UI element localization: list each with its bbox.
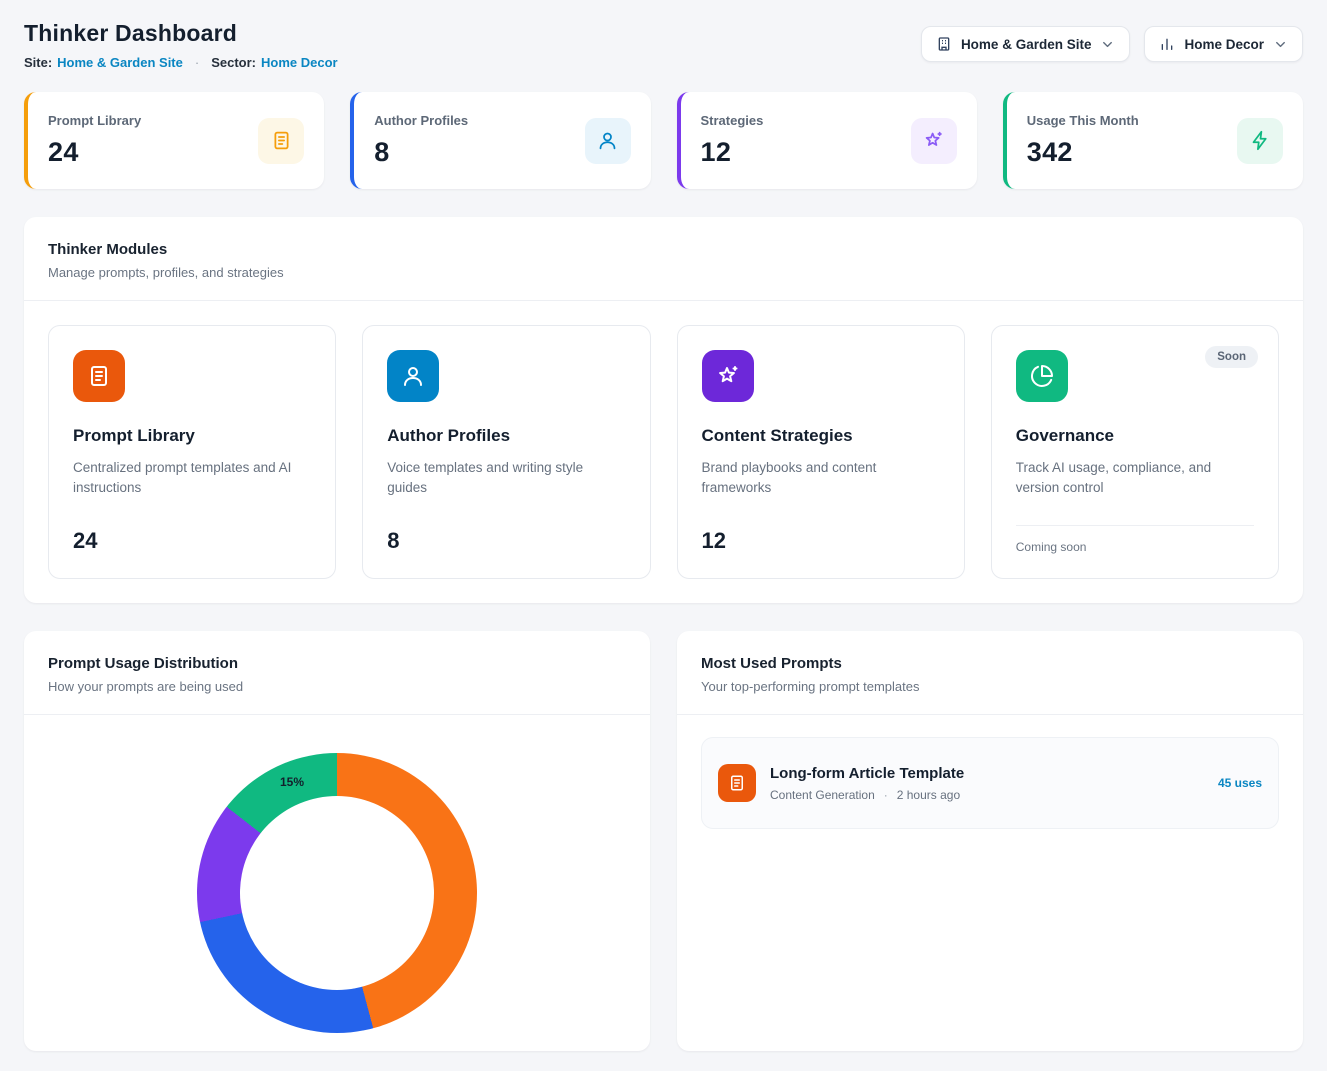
header-selectors: Home & Garden Site Home Decor [921, 26, 1303, 62]
module-description: Centralized prompt templates and AI inst… [73, 458, 311, 499]
separator-dot: · [884, 788, 888, 802]
sector-link[interactable]: Home Decor [261, 55, 338, 70]
site-label: Site: [24, 55, 52, 70]
soon-badge: Soon [1205, 346, 1258, 368]
prompt-item-uses-badge: 45 uses [1218, 776, 1262, 790]
sparkle-star-icon [702, 350, 754, 402]
module-description: Track AI usage, compliance, and version … [1016, 458, 1254, 499]
modules-subtitle: Manage prompts, profiles, and strategies [48, 265, 1279, 280]
stat-value: 12 [701, 137, 764, 168]
coming-soon-text: Coming soon [1016, 525, 1254, 554]
sector-label: Sector: [211, 55, 256, 70]
prompt-item-time: 2 hours ago [897, 788, 960, 802]
stat-value: 342 [1027, 137, 1139, 168]
site-link[interactable]: Home & Garden Site [57, 55, 183, 70]
stat-card-usage: Usage This Month 342 [1003, 92, 1303, 189]
stat-text: Prompt Library 24 [48, 113, 141, 168]
stat-text: Usage This Month 342 [1027, 113, 1139, 168]
module-card-content-strategies[interactable]: Content Strategies Brand playbooks and c… [677, 325, 965, 579]
most-used-title: Most Used Prompts [701, 655, 1279, 672]
modules-grid: Prompt Library Centralized prompt templa… [24, 301, 1303, 603]
site-sector-line: Site: Home & Garden Site · Sector: Home … [24, 55, 338, 70]
stat-card-prompt-library: Prompt Library 24 [24, 92, 324, 189]
most-used-prompts-card: Most Used Prompts Your top-performing pr… [677, 631, 1303, 1051]
document-icon [718, 764, 756, 802]
lightning-icon [1237, 118, 1283, 164]
prompt-list-item[interactable]: Long-form Article Template Content Gener… [701, 737, 1279, 829]
header-left: Thinker Dashboard Site: Home & Garden Si… [24, 20, 338, 70]
prompt-item-title: Long-form Article Template [770, 765, 964, 782]
module-description: Brand playbooks and content frameworks [702, 458, 940, 499]
bottom-row: Prompt Usage Distribution How your promp… [24, 631, 1303, 1051]
most-used-header: Most Used Prompts Your top-performing pr… [677, 631, 1303, 715]
module-count: 24 [73, 528, 311, 554]
module-title: Content Strategies [702, 426, 940, 446]
donut-ring: 15% [197, 753, 477, 1033]
sector-selector-dropdown[interactable]: Home Decor [1144, 26, 1303, 62]
stat-card-strategies: Strategies 12 [677, 92, 977, 189]
module-count: 8 [387, 528, 625, 554]
module-description: Voice templates and writing style guides [387, 458, 625, 499]
user-icon [387, 350, 439, 402]
slice-label: 15% [280, 775, 304, 789]
stat-label: Strategies [701, 113, 764, 128]
stats-row: Prompt Library 24 Author Profiles 8 Stra… [24, 92, 1303, 189]
module-title: Governance [1016, 426, 1254, 446]
chevron-down-icon [1100, 37, 1115, 52]
pie-chart-icon [1016, 350, 1068, 402]
module-card-prompt-library[interactable]: Prompt Library Centralized prompt templa… [48, 325, 336, 579]
usage-distribution-header: Prompt Usage Distribution How your promp… [24, 631, 650, 715]
stat-value: 8 [374, 137, 468, 168]
donut-chart: 15% [24, 715, 650, 1035]
topbar: Thinker Dashboard Site: Home & Garden Si… [24, 20, 1303, 70]
stat-label: Prompt Library [48, 113, 141, 128]
prompt-item-text: Long-form Article Template Content Gener… [770, 765, 964, 802]
module-card-governance[interactable]: Soon Governance Track AI usage, complian… [991, 325, 1279, 579]
sector-selector-label: Home Decor [1184, 37, 1264, 52]
bar-chart-icon [1159, 36, 1175, 52]
thinker-modules-panel: Thinker Modules Manage prompts, profiles… [24, 217, 1303, 603]
separator-dot: · [195, 55, 199, 70]
page-title: Thinker Dashboard [24, 20, 338, 47]
module-title: Author Profiles [387, 426, 625, 446]
module-title: Prompt Library [73, 426, 311, 446]
chevron-down-icon [1273, 37, 1288, 52]
document-icon [73, 350, 125, 402]
prompt-usage-distribution-card: Prompt Usage Distribution How your promp… [24, 631, 650, 1051]
stat-text: Strategies 12 [701, 113, 764, 168]
sparkle-star-icon [911, 118, 957, 164]
modules-header: Thinker Modules Manage prompts, profiles… [24, 217, 1303, 301]
stat-text: Author Profiles 8 [374, 113, 468, 168]
prompt-item-meta: Content Generation · 2 hours ago [770, 788, 964, 802]
prompt-item-category: Content Generation [770, 788, 875, 802]
stat-label: Author Profiles [374, 113, 468, 128]
document-icon [258, 118, 304, 164]
site-selector-dropdown[interactable]: Home & Garden Site [921, 26, 1131, 62]
building-icon [936, 36, 952, 52]
stat-value: 24 [48, 137, 141, 168]
most-used-list: Long-form Article Template Content Gener… [677, 715, 1303, 851]
user-icon [585, 118, 631, 164]
module-card-author-profiles[interactable]: Author Profiles Voice templates and writ… [362, 325, 650, 579]
modules-title: Thinker Modules [48, 241, 1279, 258]
most-used-subtitle: Your top-performing prompt templates [701, 679, 1279, 694]
stat-label: Usage This Month [1027, 113, 1139, 128]
stat-card-author-profiles: Author Profiles 8 [350, 92, 650, 189]
dashboard-page: Thinker Dashboard Site: Home & Garden Si… [0, 0, 1327, 1071]
site-selector-label: Home & Garden Site [961, 37, 1092, 52]
module-count: 12 [702, 528, 940, 554]
usage-distribution-title: Prompt Usage Distribution [48, 655, 626, 672]
usage-distribution-subtitle: How your prompts are being used [48, 679, 626, 694]
